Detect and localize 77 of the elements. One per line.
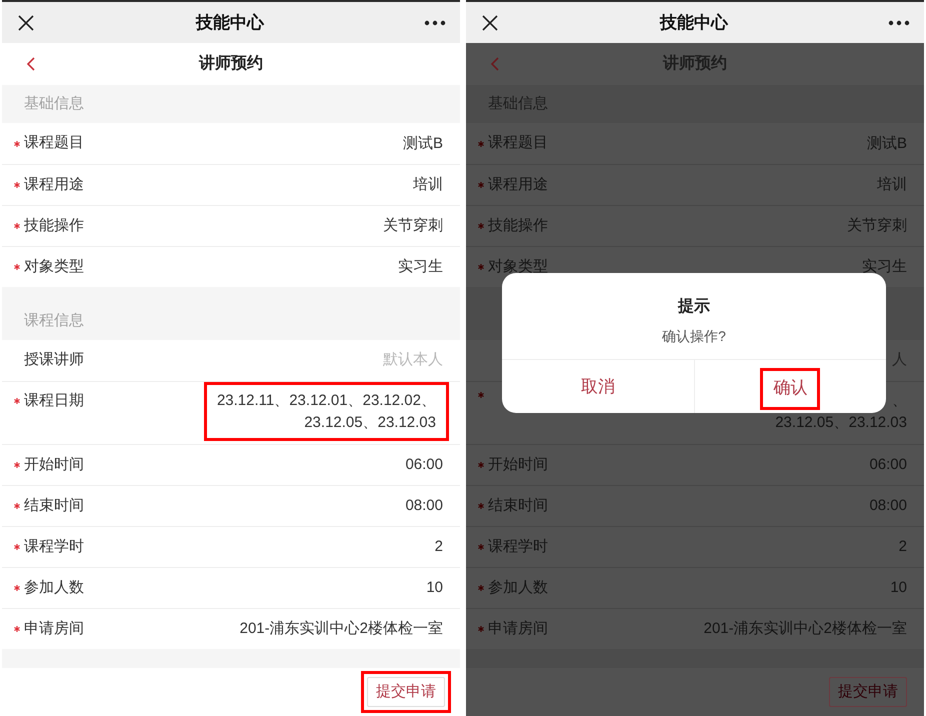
field-label: 课程用途: [488, 174, 548, 195]
field-value: 08:00: [869, 496, 907, 516]
required-icon: [478, 182, 484, 188]
required-icon: [14, 462, 20, 468]
confirm-button[interactable]: 确认: [773, 374, 808, 400]
field-value: 10: [890, 578, 907, 598]
field-value: 关节穿刺: [383, 216, 443, 236]
field-label: 授课讲师: [24, 350, 84, 370]
required-icon: [14, 585, 20, 591]
field-value: 201-浦东实训中心2楼体检一室: [704, 619, 907, 639]
required-icon: [478, 503, 484, 509]
field-label: 课程学时: [488, 536, 548, 557]
back-icon[interactable]: [26, 57, 36, 71]
field-label: 参加人数: [488, 578, 548, 598]
field-value: 2: [434, 537, 443, 557]
field-label: 对象类型: [24, 256, 84, 277]
more-icon[interactable]: [888, 20, 910, 26]
field-label: 课程用途: [24, 174, 84, 195]
field-label: 开始时间: [24, 454, 84, 475]
field-value: 23.12.05、23.12.03: [775, 413, 907, 433]
required-icon: [478, 140, 484, 146]
required-icon: [478, 392, 484, 398]
field-label: 课程日期: [24, 391, 84, 411]
required-icon: [478, 544, 484, 550]
field-label: 课程题目: [24, 133, 84, 154]
required-icon: [14, 544, 20, 550]
required-icon: [14, 264, 20, 270]
page-title: 讲师预约: [199, 54, 263, 74]
required-icon: [14, 398, 20, 404]
header-title: 技能中心: [660, 12, 728, 34]
required-icon: [478, 264, 484, 270]
field-value: 08:00: [405, 496, 443, 516]
field-value: 培训: [877, 175, 907, 195]
required-icon: [14, 503, 20, 509]
field-label: 技能操作: [488, 216, 548, 236]
field-label: 对象类型: [488, 256, 548, 277]
field-label: 课程学时: [24, 536, 84, 557]
required-icon: [14, 140, 20, 146]
field-value: 测试B: [866, 134, 907, 154]
field-label: 技能操作: [24, 216, 84, 236]
field-value: 、: [892, 391, 907, 411]
submit-button[interactable]: 提交申请: [367, 677, 445, 707]
section-title: 课程信息: [24, 310, 84, 331]
field-label: 参加人数: [24, 578, 84, 598]
field-value: 关节穿刺: [847, 216, 907, 236]
required-icon: [478, 223, 484, 229]
more-icon[interactable]: [424, 20, 446, 26]
required-icon: [478, 626, 484, 632]
field-value: 2: [898, 537, 907, 557]
field-label: 结束时间: [488, 496, 548, 516]
header-title: 技能中心: [196, 12, 264, 34]
field-label: 开始时间: [488, 454, 548, 475]
close-icon[interactable]: [16, 12, 36, 32]
field-value: 培训: [413, 175, 443, 195]
required-icon: [478, 462, 484, 468]
field-value: 测试B: [402, 134, 443, 154]
field-label: 申请房间: [24, 618, 84, 639]
field-value: 06:00: [869, 455, 907, 475]
field-value: 23.12.11、23.12.01、23.12.02、: [216, 391, 436, 411]
field-value: 06:00: [405, 455, 443, 475]
field-value: 23.12.05、23.12.03: [304, 413, 436, 433]
field-label: 申请房间: [488, 618, 548, 639]
field-value: 实习生: [398, 257, 443, 277]
dialog-title: 提示: [678, 298, 710, 315]
required-icon: [14, 223, 20, 229]
close-icon[interactable]: [480, 12, 500, 32]
section-title: 基础信息: [24, 94, 84, 114]
field-label: 课程题目: [488, 133, 548, 154]
required-icon: [14, 182, 20, 188]
dialog-message: 确认操作?: [662, 328, 726, 344]
field-value: 10: [426, 578, 443, 598]
required-icon: [478, 585, 484, 591]
field-value: 实习生: [862, 257, 907, 277]
field-label: 结束时间: [24, 496, 84, 516]
field-value: 201-浦东实训中心2楼体检一室: [240, 619, 443, 639]
required-icon: [14, 626, 20, 632]
cancel-button[interactable]: 取消: [580, 374, 615, 400]
